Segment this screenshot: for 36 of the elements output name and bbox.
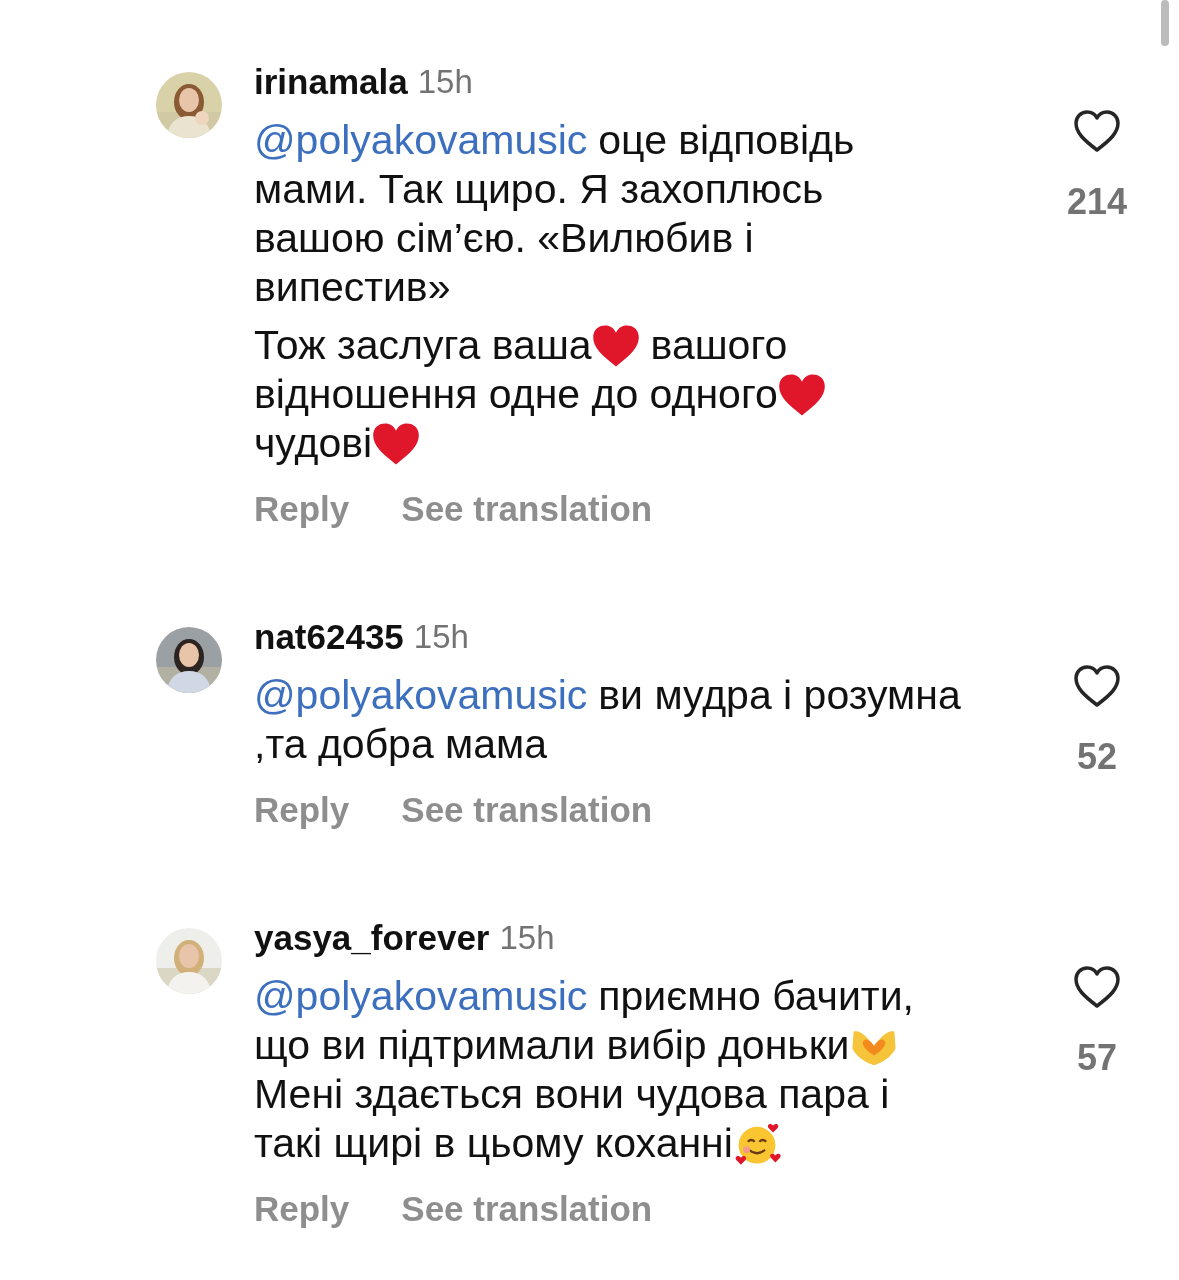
comment-text: відношення одне до одного: [254, 370, 778, 419]
see-translation-button[interactable]: See translation: [401, 1189, 653, 1229]
comment-text: ви мудра і розумна: [598, 671, 961, 720]
mention-link[interactable]: @polyakovamusic: [254, 972, 588, 1021]
heart-icon[interactable]: [1073, 109, 1121, 153]
see-translation-button[interactable]: See translation: [401, 790, 653, 830]
comment-time: 15h: [417, 63, 473, 101]
comment-text: приємно бачити,: [598, 972, 914, 1021]
username[interactable]: nat62435: [254, 617, 404, 657]
like-count: 52: [1076, 736, 1117, 778]
comment-text: випестив»: [254, 263, 451, 312]
reply-button[interactable]: Reply: [254, 790, 350, 830]
mention-link[interactable]: @polyakovamusic: [254, 671, 588, 720]
comment-text: Тож заслуга ваша: [254, 321, 592, 370]
see-translation-button[interactable]: See translation: [401, 489, 653, 529]
comment-text: вашого: [650, 321, 788, 370]
comment-time: 15h: [413, 618, 469, 656]
like-count: 57: [1076, 1037, 1117, 1079]
comment-text: що ви підтримали вибір доньки: [254, 1021, 850, 1070]
username[interactable]: irinamala: [254, 62, 408, 102]
like-count: 214: [1066, 181, 1128, 223]
comment-time: 15h: [499, 919, 555, 957]
comment-text: Мені здається вони чудова пара і: [254, 1070, 890, 1119]
comment-text: чудові: [254, 419, 373, 468]
scrollbar[interactable]: [1161, 0, 1169, 46]
username[interactable]: yasya_forever: [254, 918, 490, 958]
reply-button[interactable]: Reply: [254, 489, 350, 529]
mention-link[interactable]: @polyakovamusic: [254, 116, 588, 165]
reply-button[interactable]: Reply: [254, 1189, 350, 1229]
comment-text: ,та добра мама: [254, 720, 548, 769]
comment-text: оце відповідь: [598, 116, 855, 165]
comment-text: такі щирі в цьому коханні: [254, 1119, 733, 1168]
comment-text: вашою сім’єю. «Вилюбив і: [254, 214, 754, 263]
heart-icon[interactable]: [1073, 965, 1121, 1009]
comment-text: мами. Так щиро. Я захоплюсь: [254, 165, 824, 214]
heart-icon[interactable]: [1073, 664, 1121, 708]
